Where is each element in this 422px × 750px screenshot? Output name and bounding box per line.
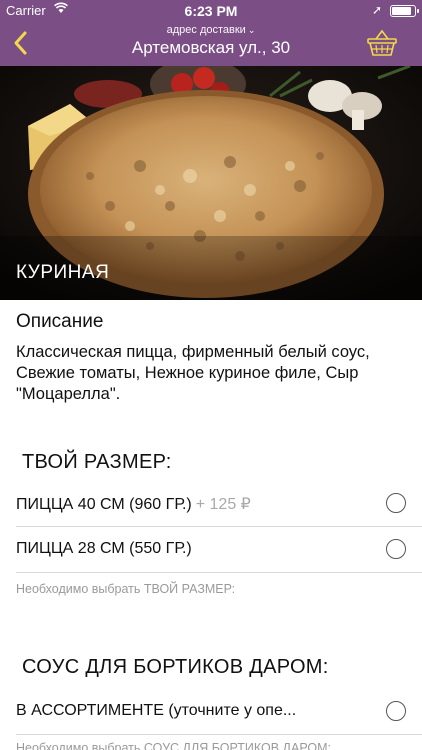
- description-text: Классическая пицца, фирменный белый соус…: [16, 343, 370, 403]
- chevron-down-icon: ⌄: [247, 25, 256, 35]
- chevron-left-icon: [14, 31, 27, 55]
- basket-icon: [367, 29, 397, 56]
- product-photo: КУРИНАЯ: [0, 66, 422, 300]
- radio-button[interactable]: [386, 539, 406, 559]
- option-label: ПИЦЦА 28 СМ (550 ГР.): [16, 540, 192, 557]
- battery-fill: [392, 7, 411, 15]
- option-price: + 125 ₽: [195, 496, 251, 513]
- delivery-address-caption: адрес доставки: [166, 24, 246, 36]
- sauce-required-hint: Необходимо выбрать СОУС ДЛЯ БОРТИКОВ ДАР…: [16, 741, 332, 750]
- product-name: КУРИНАЯ: [16, 262, 110, 283]
- cart-button[interactable]: [366, 28, 398, 58]
- size-group-title: ТВОЙ РАЗМЕР:: [22, 451, 172, 473]
- radio-button[interactable]: [386, 701, 406, 721]
- size-option-40cm[interactable]: ПИЦЦА 40 СМ (960 ГР.) + 125 ₽: [16, 481, 422, 527]
- size-option-28cm[interactable]: ПИЦЦА 28 СМ (550 ГР.): [16, 527, 422, 573]
- clock: 6:23 PM: [184, 3, 238, 19]
- sauce-option-assortment[interactable]: В АССОРТИМЕНТЕ (уточните у опе...: [16, 689, 422, 735]
- option-label: ПИЦЦА 40 СМ (960 ГР.): [16, 496, 192, 513]
- description-heading: Описание: [16, 311, 104, 332]
- sauce-group-title: СОУС ДЛЯ БОРТИКОВ ДАРОМ:: [22, 656, 329, 678]
- option-label: В АССОРТИМЕНТЕ (уточните у опе...: [16, 702, 297, 719]
- size-required-hint: Необходимо выбрать ТВОЙ РАЗМЕР:: [16, 582, 236, 596]
- delivery-address: Артемовская ул., 30: [131, 38, 291, 57]
- battery-icon: [390, 5, 419, 17]
- location-arrow-icon: ➚: [371, 3, 382, 17]
- status-bar: Carrier 6:23 PM ➚: [0, 0, 422, 22]
- top-bar: Carrier 6:23 PM ➚ адрес доставки ⌄ Артемо…: [0, 0, 422, 66]
- back-button[interactable]: [8, 28, 34, 58]
- delivery-address-selector[interactable]: адрес доставки ⌄ Артемовская ул., 30: [80, 24, 342, 58]
- radio-button[interactable]: [386, 493, 406, 513]
